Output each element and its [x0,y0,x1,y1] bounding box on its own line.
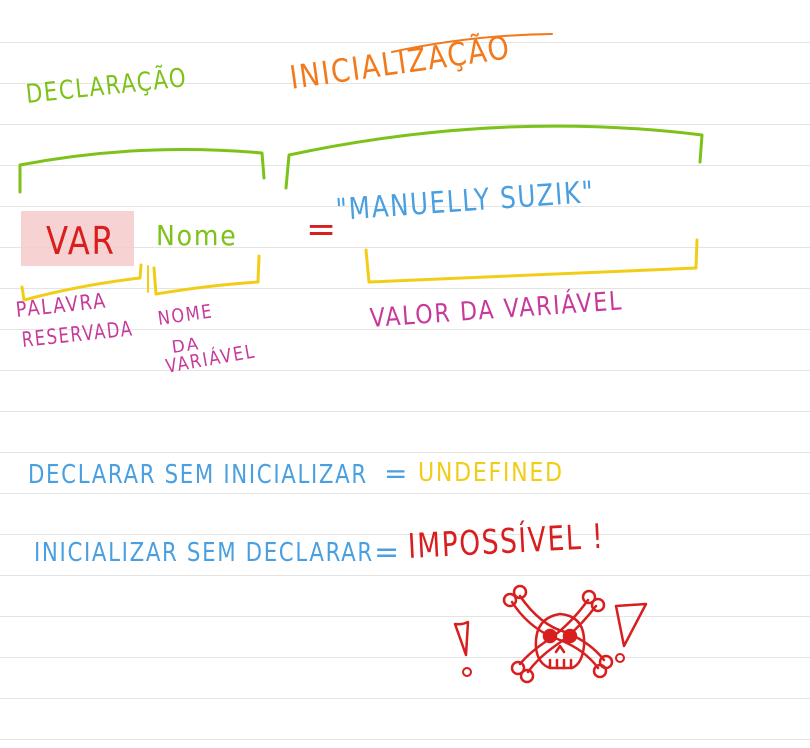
value-underline [364,238,699,284]
rule-1-left: DECLARAR SEM INICIALIZAR [28,460,368,490]
rule-2-left: INICIALIZAR SEM DECLARAR [34,538,374,568]
declaration-brace [18,147,266,194]
keyword-var: VAR [46,219,116,263]
rule-1-equals: = [384,457,410,490]
name-underline [152,254,261,296]
rule-1-right: UNDEFINED [418,458,564,488]
exclamation-icon [453,620,470,657]
exclamation-icon-right [614,602,648,648]
assignment-equals: = [306,209,339,250]
variable-name: Nome [156,219,238,252]
handdrawn-strokes [18,33,704,684]
initialization-brace [284,124,704,190]
rule-2-equals: = [374,535,402,570]
skull-crossbones-icon [502,584,614,684]
rule-2-right: IMPOSSÍVEL ! [406,516,606,567]
